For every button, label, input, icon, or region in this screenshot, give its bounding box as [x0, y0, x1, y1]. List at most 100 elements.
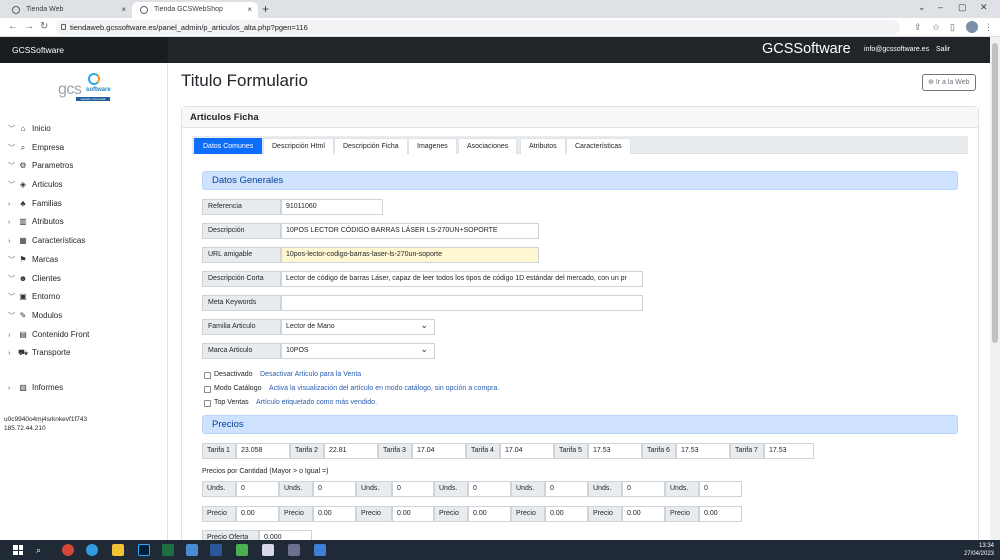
- unds-input[interactable]: 0: [236, 481, 279, 497]
- minimize-button[interactable]: –: [938, 2, 943, 12]
- unds-input[interactable]: 0: [392, 481, 434, 497]
- sidebar-item-transporte[interactable]: › ⛟ Transporte: [0, 344, 168, 363]
- sidebar-item-familias[interactable]: › ♣ Familias: [0, 195, 168, 214]
- sidebar-item-inicio[interactable]: ﹀ ⌂ Inicio: [0, 120, 168, 139]
- sidebar-item-clientes[interactable]: ﹀ ☻ Clientes: [0, 270, 168, 289]
- familia-select[interactable]: Lector de Mano: [281, 319, 435, 335]
- precio-input[interactable]: 0.00: [392, 506, 434, 522]
- scrollbar-thumb[interactable]: [992, 43, 998, 343]
- sidebar-item-modulos[interactable]: ﹀ ✎ Modulos: [0, 307, 168, 326]
- logout-link[interactable]: Salir: [936, 46, 950, 53]
- sidebar-item-parametros[interactable]: ﹀ ⚙ Parametros: [0, 157, 168, 176]
- sidebar-item-entorno[interactable]: ﹀ ▣ Entorno: [0, 288, 168, 307]
- ir-a-la-web-button[interactable]: ⊕ Ir a la Web: [922, 74, 976, 91]
- tarifa-6-input[interactable]: 17.53: [676, 443, 730, 459]
- browser-tab-gcswebshop[interactable]: Tienda GCSWebShop ×: [132, 2, 258, 18]
- tarifa-1-input[interactable]: 23.058: [236, 443, 290, 459]
- bookmark-star-icon[interactable]: ☆: [932, 22, 940, 33]
- app-icon[interactable]: [236, 544, 248, 556]
- app-icon[interactable]: [314, 544, 326, 556]
- search-icon[interactable]: ⌕: [36, 544, 48, 556]
- precio-input[interactable]: 0.00: [545, 506, 588, 522]
- desactivado-checkbox[interactable]: [204, 372, 211, 379]
- profile-avatar[interactable]: [966, 21, 978, 33]
- tab-imagenes[interactable]: Imagenes: [408, 138, 457, 154]
- sidepanel-icon[interactable]: ▯: [950, 22, 955, 33]
- precio-input[interactable]: 0.00: [236, 506, 279, 522]
- precio-input[interactable]: 0.00: [622, 506, 665, 522]
- unds-input[interactable]: 0: [468, 481, 511, 497]
- tab-caracteristicas[interactable]: Características: [566, 138, 631, 154]
- grid-icon: ▦: [19, 236, 27, 246]
- close-tab-icon[interactable]: ×: [121, 2, 126, 18]
- descripcion-corta-input[interactable]: Lector de código de barras Láser, capaz …: [281, 271, 643, 287]
- windows-start-icon[interactable]: [13, 545, 23, 555]
- sidebar-item-contenido-front[interactable]: › ▤ Contenido Front: [0, 326, 168, 345]
- tarifa-3-label: Tarifa 3: [378, 443, 412, 459]
- photoshop-icon[interactable]: [138, 544, 150, 556]
- tab-asociaciones[interactable]: Asociaciones: [458, 138, 518, 154]
- new-tab-button[interactable]: +: [262, 2, 269, 16]
- tab-descripcion-ficha[interactable]: Descripción Ficha: [334, 138, 408, 154]
- share-icon[interactable]: ⇪: [914, 22, 922, 33]
- descripcion-input[interactable]: 10POS LECTOR CÓDIGO BARRAS LÁSER LS-270U…: [281, 223, 539, 239]
- sidebar-item-caracteristicas[interactable]: › ▦ Características: [0, 232, 168, 251]
- tab-atributos[interactable]: Atributos: [520, 138, 566, 154]
- chevron-down-icon: ﹀: [8, 256, 15, 264]
- referencia-input[interactable]: 91011060: [281, 199, 383, 215]
- taskbar-clock[interactable]: 13:34 27/04/2023: [964, 542, 994, 558]
- close-tab-icon[interactable]: ×: [247, 2, 252, 18]
- excel-icon[interactable]: [162, 544, 174, 556]
- app-icon[interactable]: [262, 544, 274, 556]
- browser-tab-tienda-web[interactable]: Tienda Web ×: [4, 2, 132, 18]
- precio-input[interactable]: 0.00: [699, 506, 742, 522]
- sidebar-item-empresa[interactable]: ﹀ ⌕ Empresa: [0, 139, 168, 158]
- modo-catalogo-checkbox[interactable]: [204, 386, 211, 393]
- app-icon[interactable]: [288, 544, 300, 556]
- meta-keywords-input[interactable]: [281, 295, 643, 311]
- logo-bar: Gestión Comercial: [76, 97, 110, 101]
- tarifa-7-input[interactable]: 17.53: [764, 443, 814, 459]
- tarifa-2-input[interactable]: 22.81: [324, 443, 378, 459]
- section-datos-generales: Datos Generales: [202, 171, 958, 190]
- url-amigable-input[interactable]: 10pos-lector-codigo-barras-laser-ls-270u…: [281, 247, 539, 263]
- truck-icon: ⛟: [17, 348, 29, 358]
- unds-label: Unds.: [665, 481, 699, 497]
- back-button[interactable]: ←: [8, 21, 18, 33]
- reload-button[interactable]: ↻: [40, 21, 48, 33]
- marca-select[interactable]: 10POS: [281, 343, 435, 359]
- tarifa-5-input[interactable]: 17.53: [588, 443, 642, 459]
- kebab-menu-icon[interactable]: ⋮: [984, 22, 993, 33]
- tarifa-4-input[interactable]: 17.04: [500, 443, 554, 459]
- logo-swirl-icon: [88, 73, 100, 85]
- precio-input[interactable]: 0.00: [468, 506, 511, 522]
- tarifa-3-input[interactable]: 17.04: [412, 443, 466, 459]
- unds-input[interactable]: 0: [699, 481, 742, 497]
- navbar-brand-left[interactable]: GCSSoftware: [0, 37, 168, 63]
- page-scrollbar[interactable]: [990, 37, 1000, 540]
- forward-button[interactable]: →: [24, 21, 34, 33]
- sidebar-item-atributos[interactable]: › ▥ Atributos: [0, 213, 168, 232]
- maximize-button[interactable]: ▢: [958, 2, 967, 13]
- address-bar[interactable]: tiendaweb.gcssoftware.es/panel_admin/p_a…: [56, 20, 900, 35]
- edge-icon[interactable]: [86, 544, 98, 556]
- sidebar-item-marcas[interactable]: ﹀ ⚑ Marcas: [0, 251, 168, 270]
- sidebar-item-articulos[interactable]: ﹀ ◈ Articulos: [0, 176, 168, 195]
- tab-descripcion-html[interactable]: Descripción Html: [263, 138, 334, 154]
- unds-input[interactable]: 0: [545, 481, 588, 497]
- desactivado-hint: Desactivar Articulo para la Venta: [260, 371, 362, 378]
- tab-search-icon[interactable]: ⌄: [918, 2, 926, 13]
- app-icon[interactable]: [186, 544, 198, 556]
- close-window-button[interactable]: ✕: [980, 2, 988, 13]
- precio-input[interactable]: 0.00: [313, 506, 356, 522]
- precio-label: Precio: [356, 506, 392, 522]
- unds-input[interactable]: 0: [622, 481, 665, 497]
- tab-datos-comunes[interactable]: Datos Comunes: [194, 138, 263, 154]
- desactivado-label: Desactivado: [214, 371, 253, 378]
- unds-input[interactable]: 0: [313, 481, 356, 497]
- top-ventas-checkbox[interactable]: [204, 400, 211, 407]
- file-explorer-icon[interactable]: [112, 544, 124, 556]
- chrome-icon[interactable]: [62, 544, 74, 556]
- word-icon[interactable]: [210, 544, 222, 556]
- sidebar-item-informes[interactable]: › ▧ Informes: [0, 379, 168, 398]
